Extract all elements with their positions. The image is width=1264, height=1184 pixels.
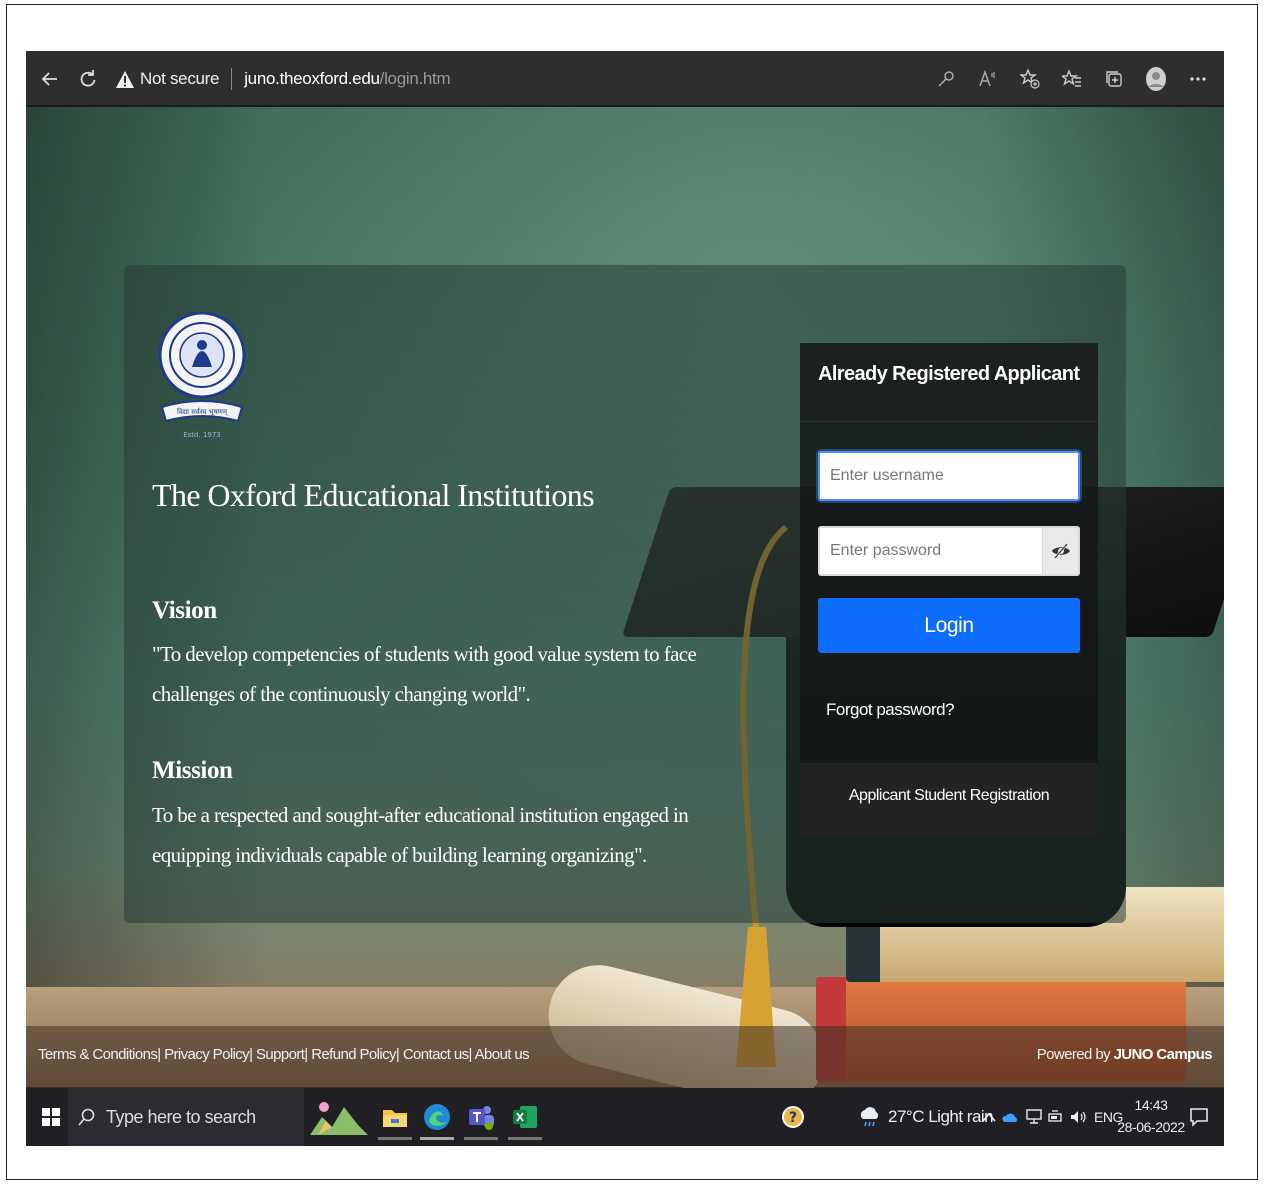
onedrive-cloud-icon[interactable] (1002, 1111, 1020, 1123)
help-icon[interactable]: ? (770, 1094, 816, 1140)
powered-prefix: Powered by (1036, 1046, 1114, 1063)
browser-toolbar: Not secure juno.theoxford.edu/login.htm (26, 51, 1224, 107)
windows-taskbar: Type here to search ? 27°C Light rain EN… (26, 1088, 1224, 1146)
institution-logo: विद्या सर्वस्य भूषणम् Estd. 1973 (158, 311, 246, 439)
login-header: Already Registered Applicant (800, 343, 1098, 422)
battery-icon[interactable] (1048, 1110, 1064, 1124)
back-arrow-icon[interactable] (32, 61, 68, 97)
warning-icon (116, 70, 134, 88)
svg-text:?: ? (789, 1110, 797, 1126)
excel-icon[interactable] (502, 1094, 548, 1140)
url-path: /login.htm (379, 69, 451, 88)
login-page: विद्या सर्वस्य भूषणम् Estd. 1973 The Oxf… (26, 107, 1224, 1120)
mission-title: Mission (152, 757, 233, 784)
profile-avatar-icon[interactable] (1138, 61, 1174, 97)
logo-est: Estd. 1973 (183, 431, 221, 439)
login-title: Already Registered Applicant (818, 363, 1080, 385)
key-icon[interactable] (928, 61, 964, 97)
refresh-icon[interactable] (70, 61, 106, 97)
security-indicator[interactable]: Not secure (116, 69, 220, 89)
network-icon[interactable] (1026, 1109, 1042, 1125)
address-separator (231, 68, 233, 90)
page-footer: Terms & Conditions| Privacy Policy| Supp… (26, 1026, 1224, 1088)
system-tray: ENG (982, 1088, 1123, 1146)
powered-brand: JUNO Campus (1113, 1046, 1213, 1063)
login-card: Already Registered Applicant Login Forgo… (800, 343, 1098, 836)
forgot-password-link[interactable]: Forgot password? (826, 700, 955, 720)
refund-link[interactable]: Refund Policy| (311, 1046, 400, 1063)
contact-link[interactable]: Contact us| (403, 1046, 473, 1063)
notifications-icon[interactable] (1176, 1094, 1222, 1140)
registration-section: Applicant Student Registration (800, 763, 1098, 836)
institution-name: The Oxford Educational Institutions (152, 477, 595, 513)
address-bar[interactable]: Not secure juno.theoxford.edu/login.htm (116, 59, 976, 99)
logo-motto: विद्या सर्वस्य भूषणम् (177, 407, 228, 416)
widgets-icon[interactable] (306, 1094, 372, 1140)
teams-icon[interactable] (458, 1094, 504, 1140)
edge-browser-icon[interactable] (414, 1094, 460, 1140)
terms-link[interactable]: Terms & Conditions| (38, 1046, 161, 1063)
privacy-link[interactable]: Privacy Policy| (164, 1046, 253, 1063)
vision-text: "To develop competencies of students wit… (152, 642, 697, 706)
screenshot-area: Not secure juno.theoxford.edu/login.htm (26, 51, 1224, 1146)
read-aloud-icon[interactable] (970, 61, 1006, 97)
username-input[interactable] (818, 451, 1080, 501)
add-favorite-icon[interactable] (1012, 61, 1048, 97)
search-placeholder: Type here to search (106, 1106, 256, 1127)
favorites-icon[interactable] (1054, 61, 1090, 97)
about-link[interactable]: About us (475, 1046, 530, 1063)
vision-title: Vision (152, 597, 217, 624)
login-button[interactable]: Login (818, 598, 1080, 653)
windows-start-icon[interactable] (34, 1100, 68, 1134)
volume-icon[interactable] (1070, 1110, 1088, 1124)
search-icon (78, 1108, 95, 1126)
applicant-registration-link[interactable]: Applicant Student Registration (800, 787, 1098, 805)
more-options-icon[interactable] (1180, 61, 1216, 97)
eye-slash-icon (1051, 543, 1070, 559)
browser-tools (928, 61, 1216, 97)
file-explorer-icon[interactable] (372, 1094, 418, 1140)
weather-text: 27°C Light rain (888, 1107, 994, 1126)
url-host: juno.theoxford.edu (244, 69, 380, 88)
support-link[interactable]: Support| (256, 1046, 308, 1063)
collections-icon[interactable] (1096, 61, 1132, 97)
powered-by: Powered by JUNO Campus (1036, 1046, 1213, 1063)
rain-cloud-icon (860, 1107, 879, 1127)
password-input[interactable] (818, 526, 1044, 576)
chevron-up-icon[interactable] (982, 1112, 996, 1122)
mission-text: To be a respected and sought-after educa… (152, 803, 689, 867)
weather-widget[interactable]: 27°C Light rain (858, 1088, 994, 1146)
toggle-password-visibility-button[interactable] (1043, 526, 1080, 576)
not-secure-label: Not secure (140, 69, 220, 88)
taskbar-search-box[interactable]: Type here to search (68, 1088, 304, 1146)
footer-links: Terms & Conditions| Privacy Policy| Supp… (38, 1046, 530, 1063)
